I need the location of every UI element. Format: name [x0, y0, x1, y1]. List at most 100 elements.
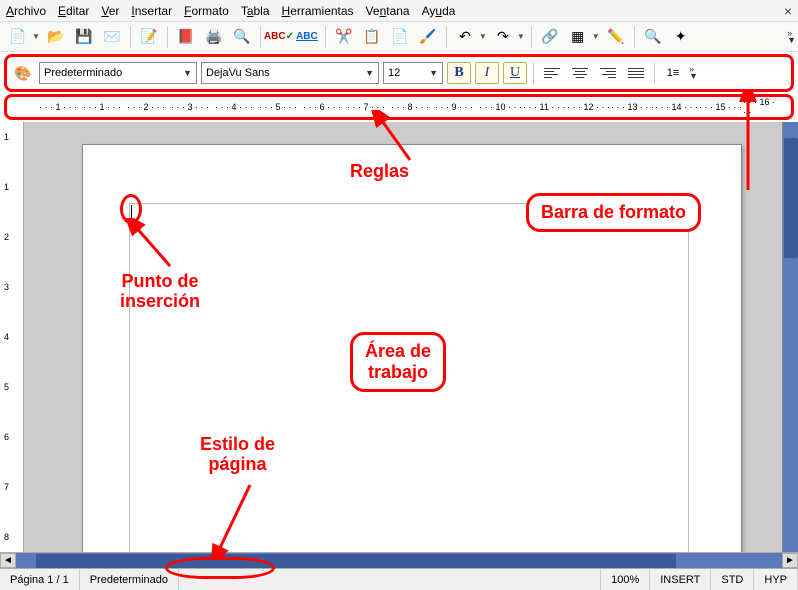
drawing-button[interactable]: ✏️ [604, 25, 628, 49]
format-toolbar-highlight: 🎨 Predeterminado ▼ DejaVu Sans ▼ 12 ▼ B … [4, 54, 794, 92]
styles-button[interactable]: 🎨 [11, 61, 35, 85]
horizontal-scrollbar[interactable]: ◄ ► [0, 552, 798, 568]
align-left-button[interactable] [540, 62, 564, 84]
vruler-tick: 6 [4, 432, 9, 442]
menu-tabla[interactable]: Tabla [241, 4, 270, 18]
ruler-tick: · · · 14 · · · [655, 98, 698, 116]
separator [634, 26, 635, 48]
ruler-tick: · · · 8 · · · [391, 98, 429, 116]
text-margin [129, 203, 689, 552]
cut-button[interactable]: ✂️ [332, 25, 356, 49]
print-button[interactable]: 🖨️ [202, 25, 226, 49]
vruler-tick: 1 [4, 182, 9, 192]
insertion-caret [131, 205, 132, 221]
menu-herramientas[interactable]: Herramientas [282, 4, 354, 18]
toolbar-overflow-icon[interactable]: »▼ [787, 30, 796, 44]
ruler-tick: · · · 3 · · · [171, 98, 209, 116]
italic-button[interactable]: I [475, 62, 499, 84]
ruler-tick: · · · 5 · · · [259, 98, 297, 116]
separator [533, 62, 534, 84]
menu-ventana[interactable]: Ventana [366, 4, 410, 18]
separator [260, 26, 261, 48]
separator [531, 26, 532, 48]
scrollbar-thumb[interactable] [784, 138, 798, 258]
menu-editar[interactable]: Editar [58, 4, 89, 18]
menu-archivo[interactable]: Archivo [6, 4, 46, 18]
dropdown-arrow-icon[interactable]: ▼ [517, 32, 525, 41]
table-button[interactable]: ▦ [566, 25, 590, 49]
paste-button[interactable]: 📄 [388, 25, 412, 49]
format-paintbrush-button[interactable]: 🖌️ [416, 25, 440, 49]
export-pdf-button[interactable]: 📕 [174, 25, 198, 49]
spellcheck-button[interactable]: ABC✓ [267, 25, 291, 49]
ruler-tick: · · · 6 · · · [303, 98, 341, 116]
ruler-tick: · · · 7 · · · [347, 98, 385, 116]
ruler-tick: · · · 10 · · · [479, 98, 522, 116]
scrollbar-thumb[interactable] [36, 554, 676, 568]
underline-button[interactable]: U [503, 62, 527, 84]
print-preview-button[interactable]: 🔍 [230, 25, 254, 49]
copy-button[interactable]: 📋 [360, 25, 384, 49]
dropdown-caret-icon: ▼ [361, 68, 374, 78]
ruler-tick: · · · 16 · · · [743, 98, 779, 116]
ruler-tick: · · · 12 · · · [567, 98, 610, 116]
autospellcheck-button[interactable]: ABC [295, 25, 319, 49]
ruler-tick: · · · 9 · · · [435, 98, 473, 116]
separator [446, 26, 447, 48]
navigator-button[interactable]: ✦ [669, 25, 693, 49]
ruler-tick: · · · 4 · · · [215, 98, 253, 116]
edit-button[interactable]: 📝 [137, 25, 161, 49]
redo-button[interactable]: ↷ [491, 25, 515, 49]
page[interactable] [82, 144, 742, 552]
ruler-tick: · · · 15 · · · [699, 98, 742, 116]
separator [325, 26, 326, 48]
separator [130, 26, 131, 48]
vruler-tick: 2 [4, 232, 9, 242]
standard-toolbar: 📄▼ 📂 💾 ✉️ 📝 📕 🖨️ 🔍 ABC✓ ABC ✂️ 📋 📄 🖌️ ↶▼… [0, 22, 798, 52]
menu-insertar[interactable]: Insertar [131, 4, 172, 18]
open-button[interactable]: 📂 [44, 25, 68, 49]
new-doc-button[interactable]: 📄 [6, 25, 30, 49]
font-name-combo[interactable]: DejaVu Sans ▼ [201, 62, 379, 84]
ruler-tick: · · · 2 · · · [127, 98, 165, 116]
undo-button[interactable]: ↶ [453, 25, 477, 49]
menu-formato[interactable]: Formato [184, 4, 229, 18]
vertical-ruler[interactable]: 112345678 [0, 122, 24, 552]
find-button[interactable]: 🔍 [641, 25, 665, 49]
vruler-tick: 8 [4, 532, 9, 542]
font-size-combo[interactable]: 12 ▼ [383, 62, 443, 84]
horizontal-ruler[interactable]: · · · 1 · · ·· · · 1 · · ·· · · 2 · · ··… [39, 98, 779, 116]
vruler-tick: 5 [4, 382, 9, 392]
vertical-scrollbar[interactable] [782, 122, 798, 552]
align-justify-button[interactable] [624, 62, 648, 84]
font-name-value: DejaVu Sans [206, 67, 361, 79]
font-size-value: 12 [388, 67, 425, 79]
align-right-button[interactable] [596, 62, 620, 84]
bold-button[interactable]: B [447, 62, 471, 84]
scroll-left-icon[interactable]: ◄ [0, 553, 16, 568]
ruler-tick: · · · 13 · · · [611, 98, 654, 116]
menu-ver[interactable]: Ver [101, 4, 119, 18]
numbered-list-button[interactable]: 1≡ [661, 61, 685, 85]
save-button[interactable]: 💾 [72, 25, 96, 49]
document-area[interactable] [24, 122, 782, 552]
paragraph-style-combo[interactable]: Predeterminado ▼ [39, 62, 197, 84]
ruler-tick: · · · 1 · · · [39, 98, 77, 116]
close-icon[interactable]: × [784, 3, 792, 19]
menu-ayuda[interactable]: Ayuda [422, 4, 456, 18]
dropdown-arrow-icon[interactable]: ▼ [592, 32, 600, 41]
hyperlink-button[interactable]: 🔗 [538, 25, 562, 49]
vruler-tick: 3 [4, 282, 9, 292]
horizontal-ruler-highlight: · · · 1 · · ·· · · 1 · · ·· · · 2 · · ··… [4, 94, 794, 120]
format-toolbar: 🎨 Predeterminado ▼ DejaVu Sans ▼ 12 ▼ B … [9, 59, 789, 87]
ruler-tick: · · · 11 · · · [523, 98, 565, 116]
align-center-button[interactable] [568, 62, 592, 84]
vruler-tick: 1 [4, 132, 9, 142]
vruler-tick: 4 [4, 332, 9, 342]
scroll-right-icon[interactable]: ► [782, 553, 798, 568]
scrollbar-track[interactable] [16, 553, 782, 568]
dropdown-arrow-icon[interactable]: ▼ [479, 32, 487, 41]
email-button[interactable]: ✉️ [100, 25, 124, 49]
toolbar-overflow-icon[interactable]: »▼ [689, 66, 698, 80]
dropdown-arrow-icon[interactable]: ▼ [32, 32, 40, 41]
